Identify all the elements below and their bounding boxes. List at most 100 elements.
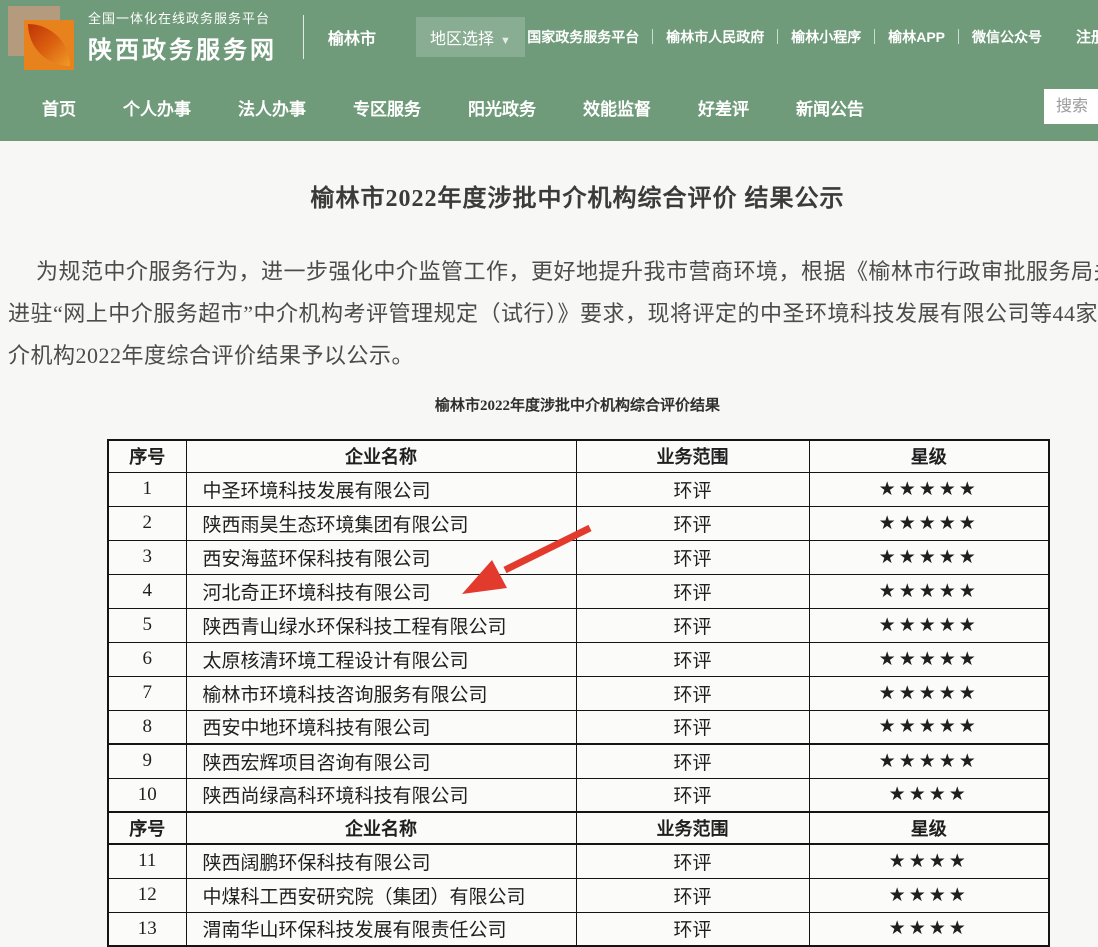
nav-item[interactable]: 效能监督	[583, 95, 651, 120]
paragraph-line: 为规范中介服务行为，进一步强化中介监管工作，更好地提升我市营商环境，根据《榆林市…	[0, 251, 1098, 293]
star-rating: ★★★★★	[809, 540, 1049, 574]
star-rating: ★★★★★	[809, 710, 1049, 744]
register-link[interactable]: 注册	[1076, 26, 1098, 47]
logo-leaf-icon	[28, 24, 70, 66]
column-header: 业务范围	[576, 812, 809, 844]
row-number: 6	[108, 642, 186, 676]
business-scope: 环评	[576, 506, 809, 540]
company-name: 陕西尚绿高科环境科技有限公司	[186, 778, 576, 812]
table-row: 13渭南华山环保科技发展有限责任公司环评★★★★	[108, 912, 1049, 946]
company-name: 渭南华山环保科技发展有限责任公司	[186, 912, 576, 946]
table-row: 10陕西尚绿高科环境科技有限公司环评★★★★	[108, 778, 1049, 812]
star-rating: ★★★★★	[809, 744, 1049, 778]
search-input[interactable]	[1044, 89, 1098, 124]
column-header: 序号	[108, 440, 186, 472]
row-number: 2	[108, 506, 186, 540]
table-row: 9陕西宏辉项目咨询有限公司环评★★★★★	[108, 744, 1049, 778]
header-link[interactable]: 榆林APP	[888, 27, 945, 47]
company-name: 陕西雨昊生态环境集团有限公司	[186, 506, 576, 540]
business-scope: 环评	[576, 540, 809, 574]
company-name: 西安中地环境科技有限公司	[186, 710, 576, 744]
link-separator	[874, 29, 875, 44]
chevron-down-icon: ▼	[500, 35, 511, 47]
announcement-document: 榆林市2022年度涉批中介机构综合评价 结果公示 为规范中介服务行为，进一步强化…	[0, 178, 1098, 947]
header-link[interactable]: 国家政务服务平台	[527, 27, 639, 47]
business-scope: 环评	[576, 642, 809, 676]
header-top-row: 全国一体化在线政务服务平台 陕西政务服务网 榆林市 地区选择▼ 国家政务服务平台…	[0, 0, 1098, 73]
site-logo	[8, 6, 74, 72]
table-row: 7榆林市环境科技咨询服务有限公司环评★★★★★	[108, 676, 1049, 710]
row-number: 7	[108, 676, 186, 710]
header-link[interactable]: 榆林市人民政府	[666, 27, 764, 47]
business-scope: 环评	[576, 472, 809, 506]
star-rating: ★★★★★	[809, 574, 1049, 608]
search-box	[1044, 89, 1098, 124]
nav-item[interactable]: 新闻公告	[796, 95, 864, 120]
row-number: 4	[108, 574, 186, 608]
logo-orange-square	[24, 20, 74, 70]
announcement-paragraph: 为规范中介服务行为，进一步强化中介监管工作，更好地提升我市营商环境，根据《榆林市…	[0, 251, 1098, 377]
company-name: 陕西宏辉项目咨询有限公司	[186, 744, 576, 778]
business-scope: 环评	[576, 778, 809, 812]
nav-item[interactable]: 专区服务	[353, 95, 421, 120]
header-link[interactable]: 榆林小程序	[791, 27, 861, 47]
row-number: 5	[108, 608, 186, 642]
platform-label: 全国一体化在线政务服务平台	[88, 8, 277, 27]
star-rating: ★★★★	[809, 912, 1049, 946]
column-header: 星级	[809, 440, 1049, 472]
table-row: 4河北奇正环境科技有限公司环评★★★★★	[108, 574, 1049, 608]
nav-item[interactable]: 好差评	[698, 95, 749, 120]
row-number: 3	[108, 540, 186, 574]
nav-item[interactable]: 首页	[42, 95, 76, 120]
company-name: 西安海蓝环保科技有限公司	[186, 540, 576, 574]
region-selector-button[interactable]: 地区选择▼	[416, 17, 525, 57]
table-row: 11陕西阔鹏环保科技有限公司环评★★★★	[108, 844, 1049, 878]
page-title: 榆林市2022年度涉批中介机构综合评价 结果公示	[107, 178, 1048, 213]
company-name: 太原核清环境工程设计有限公司	[186, 642, 576, 676]
table-header: 序号企业名称业务范围星级	[108, 440, 1049, 472]
header-links: 国家政务服务平台 榆林市人民政府 榆林小程序 榆林APP 微信公众号	[527, 27, 1042, 47]
table-row: 8西安中地环境科技有限公司环评★★★★★	[108, 710, 1049, 744]
row-number: 9	[108, 744, 186, 778]
site-header: 全国一体化在线政务服务平台 陕西政务服务网 榆林市 地区选择▼ 国家政务服务平台…	[0, 0, 1098, 141]
row-number: 13	[108, 912, 186, 946]
star-rating: ★★★★	[809, 878, 1049, 912]
site-name: 陕西政务服务网	[88, 30, 277, 65]
company-name: 中圣环境科技发展有限公司	[186, 472, 576, 506]
paragraph-line: 介机构2022年度综合评价结果予以公示。	[0, 335, 1098, 377]
repeated-header-row: 序号企业名称业务范围星级	[108, 812, 1049, 844]
nav-item[interactable]: 阳光政务	[468, 95, 536, 120]
row-number: 11	[108, 844, 186, 878]
nav-item[interactable]: 法人办事	[238, 95, 306, 120]
table-row: 3西安海蓝环保科技有限公司环评★★★★★	[108, 540, 1049, 574]
business-scope: 环评	[576, 710, 809, 744]
business-scope: 环评	[576, 608, 809, 642]
business-scope: 环评	[576, 878, 809, 912]
main-nav: 首页 个人办事 法人办事 专区服务 阳光政务 效能监督 好差评 新闻公告	[0, 73, 1098, 141]
link-separator	[777, 29, 778, 44]
business-scope: 环评	[576, 744, 809, 778]
star-rating: ★★★★	[809, 778, 1049, 812]
star-rating: ★★★★	[809, 844, 1049, 878]
company-name: 榆林市环境科技咨询服务有限公司	[186, 676, 576, 710]
column-header: 企业名称	[186, 440, 576, 472]
brand-text: 全国一体化在线政务服务平台 陕西政务服务网	[88, 8, 277, 65]
table-row: 12中煤科工西安研究院（集团）有限公司环评★★★★	[108, 878, 1049, 912]
nav-item[interactable]: 个人办事	[123, 95, 191, 120]
star-rating: ★★★★★	[809, 608, 1049, 642]
column-header: 业务范围	[576, 440, 809, 472]
business-scope: 环评	[576, 912, 809, 946]
brand-divider	[303, 15, 304, 59]
header-link[interactable]: 微信公众号	[972, 27, 1042, 47]
table-body: 1中圣环境科技发展有限公司环评★★★★★2陕西雨昊生态环境集团有限公司环评★★★…	[108, 472, 1049, 946]
company-name: 陕西青山绿水环保科技工程有限公司	[186, 608, 576, 642]
row-number: 1	[108, 472, 186, 506]
evaluation-table: 序号企业名称业务范围星级 1中圣环境科技发展有限公司环评★★★★★2陕西雨昊生态…	[107, 439, 1050, 947]
column-header: 企业名称	[186, 812, 576, 844]
table-row: 1中圣环境科技发展有限公司环评★★★★★	[108, 472, 1049, 506]
table-header-row: 序号企业名称业务范围星级	[108, 440, 1049, 472]
link-separator	[958, 29, 959, 44]
company-name: 河北奇正环境科技有限公司	[186, 574, 576, 608]
current-city-label: 榆林市	[328, 25, 376, 49]
link-separator	[652, 29, 653, 44]
